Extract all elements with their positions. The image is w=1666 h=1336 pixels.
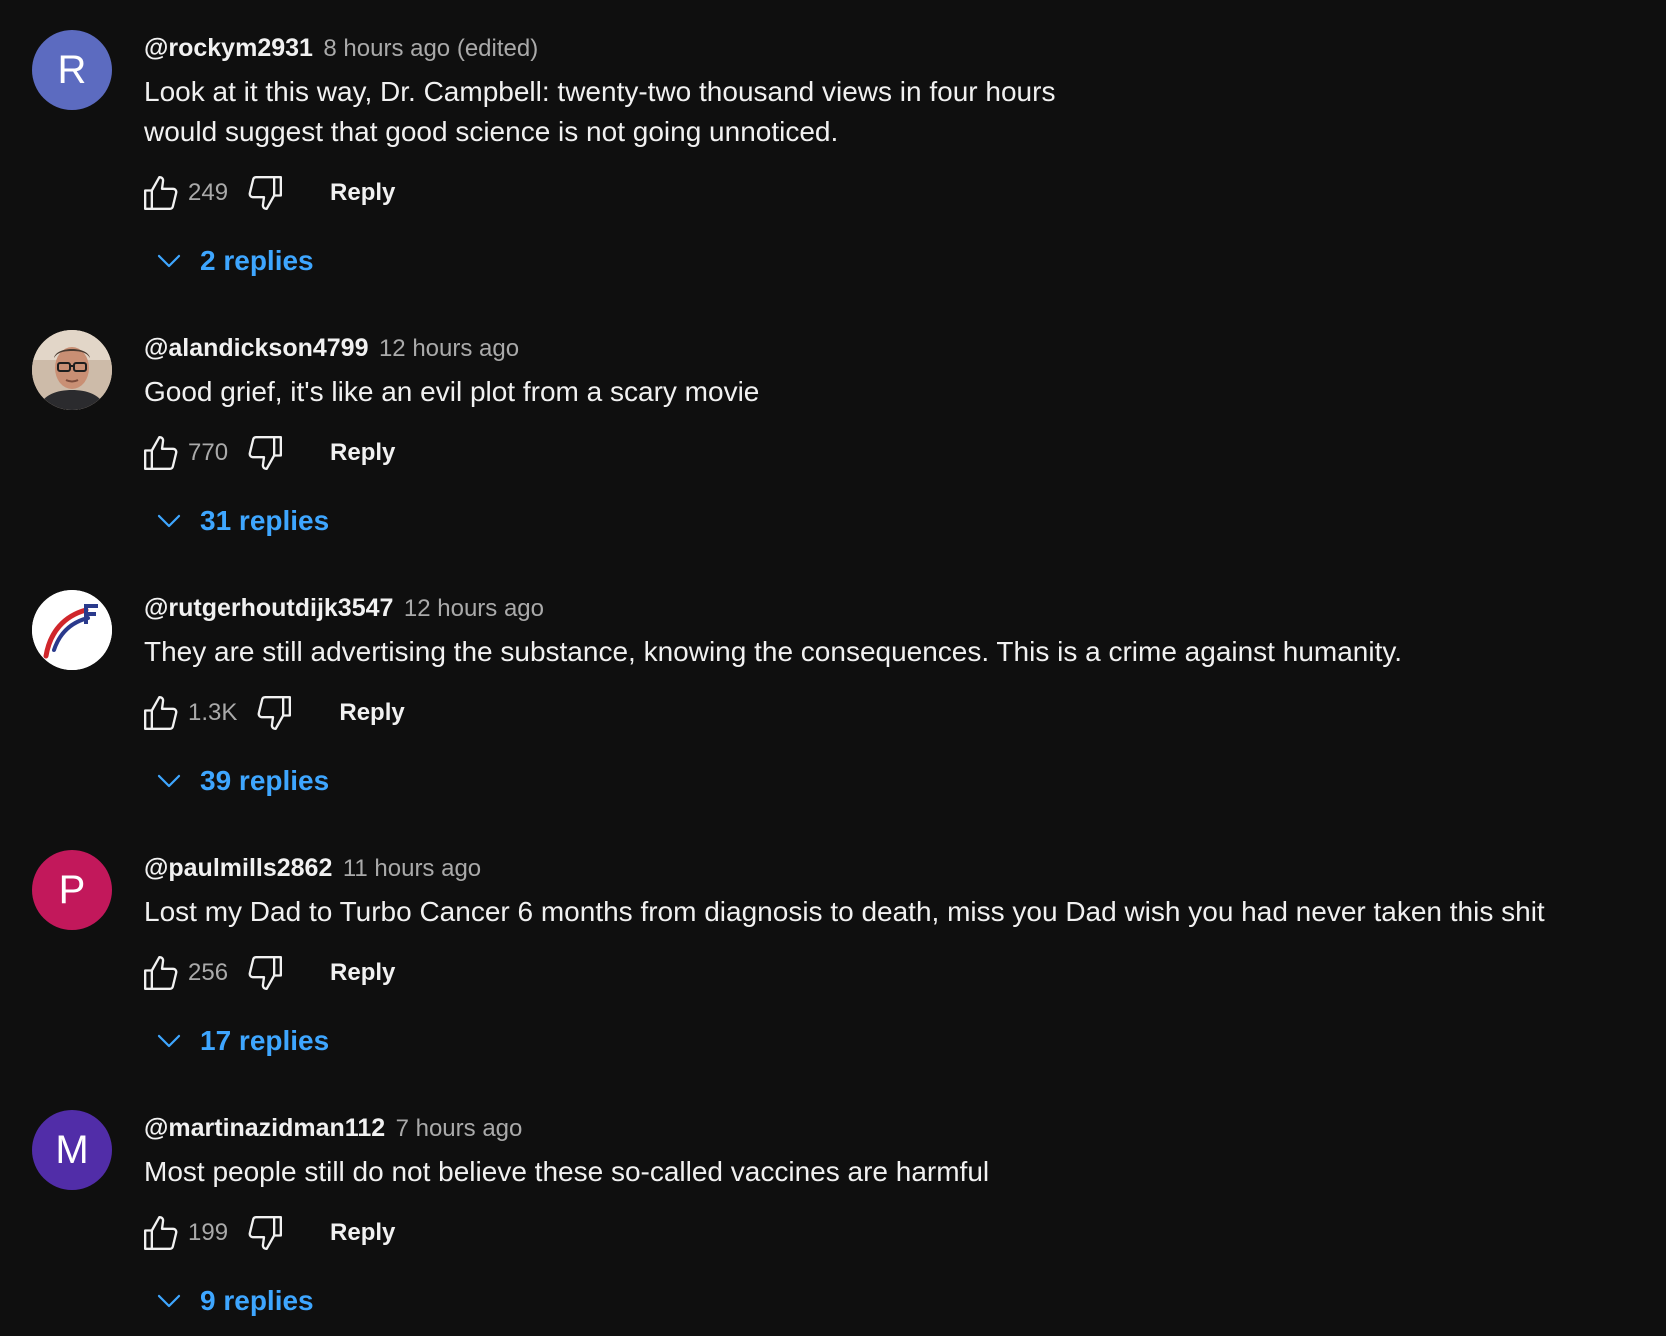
thumbs-down-icon <box>248 176 283 210</box>
author-name[interactable]: @paulmills2862 <box>144 854 332 882</box>
chevron-down-icon <box>144 1016 194 1066</box>
comment-text: Lost my Dad to Turbo Cancer 6 months fro… <box>144 896 1545 927</box>
chevron-down-icon <box>144 1276 194 1326</box>
view-replies-button[interactable]: 39 replies <box>144 756 329 806</box>
thumbs-down-icon <box>248 956 283 990</box>
comment-header: @rutgerhoutdijk3547 12 hours ago <box>144 588 544 628</box>
comment-text: Look at it this way, Dr. Campbell: twent… <box>144 76 1056 147</box>
avatar-letter: P <box>58 868 86 912</box>
thumbs-up-icon <box>144 176 178 210</box>
person-photo-avatar <box>32 330 112 410</box>
view-replies-button[interactable]: 9 replies <box>144 1276 314 1326</box>
avatar-letter: R <box>57 48 87 92</box>
avatar[interactable] <box>32 330 112 410</box>
comment-actions: 770 Reply <box>136 428 395 478</box>
avatar[interactable]: P <box>32 850 112 930</box>
view-replies-button[interactable]: 17 replies <box>144 1016 329 1066</box>
comment-header: @martinazidman112 7 hours ago <box>144 1108 522 1148</box>
like-button[interactable] <box>136 428 186 478</box>
chevron-down-icon <box>144 756 194 806</box>
thumbs-up-icon <box>144 436 178 470</box>
author-name[interactable]: @martinazidman112 <box>144 1114 385 1142</box>
comment-actions: 199 Reply <box>136 1208 395 1258</box>
reply-button[interactable]: Reply <box>330 948 395 998</box>
view-replies-button[interactable]: 31 replies <box>144 496 329 546</box>
reply-button[interactable]: Reply <box>330 428 395 478</box>
dislike-button[interactable] <box>240 1208 290 1258</box>
reply-button[interactable]: Reply <box>330 168 395 218</box>
thumbs-up-icon <box>144 1216 178 1250</box>
comment-thread: P @paulmills2862 11 hours ago Lost my Da… <box>0 820 1666 1080</box>
like-button[interactable] <box>136 948 186 998</box>
dislike-button[interactable] <box>240 168 290 218</box>
chevron-down-icon <box>144 236 194 286</box>
replies-count-label: 17 replies <box>200 1025 330 1056</box>
like-count: 256 <box>188 959 229 986</box>
comment-thread: M @martinazidman112 7 hours ago Most peo… <box>0 1080 1666 1336</box>
comment-thread: @rutgerhoutdijk3547 12 hours ago They ar… <box>0 560 1666 820</box>
comment-timestamp[interactable]: 12 hours ago <box>404 595 544 622</box>
author-name[interactable]: @rockym2931 <box>144 34 313 62</box>
like-count: 1.3K <box>188 699 238 726</box>
replies-count-label: 31 replies <box>200 505 330 536</box>
like-count: 199 <box>188 1219 229 1246</box>
avatar-letter: M <box>55 1128 89 1172</box>
like-button[interactable] <box>136 688 186 738</box>
like-count: 770 <box>188 439 229 466</box>
comment-timestamp[interactable]: 11 hours ago <box>343 855 481 882</box>
dislike-button[interactable] <box>249 688 299 738</box>
comment-actions: 256 Reply <box>136 948 395 998</box>
comment-header: @rockym2931 8 hours ago (edited) <box>144 28 538 68</box>
replies-count-label: 9 replies <box>200 1285 314 1316</box>
arrow-logo-avatar <box>32 590 112 670</box>
comment-header: @paulmills2862 11 hours ago <box>144 848 481 888</box>
thumbs-down-icon <box>257 696 292 730</box>
dislike-button[interactable] <box>240 428 290 478</box>
reply-button[interactable]: Reply <box>330 1208 395 1258</box>
comment-thread: @alandickson4799 12 hours ago Good grief… <box>0 300 1666 560</box>
author-name[interactable]: @alandickson4799 <box>144 334 369 362</box>
thumbs-down-icon <box>248 436 283 470</box>
like-count: 249 <box>188 179 229 206</box>
replies-count-label: 39 replies <box>200 765 330 796</box>
avatar[interactable]: R <box>32 30 112 110</box>
comment-timestamp[interactable]: 12 hours ago <box>379 335 519 362</box>
comment-header: @alandickson4799 12 hours ago <box>144 328 519 368</box>
comments-section: R @rockym2931 8 hours ago (edited) Look … <box>0 0 1666 1336</box>
thumbs-down-icon <box>248 1216 283 1250</box>
thumbs-up-icon <box>144 696 178 730</box>
author-name[interactable]: @rutgerhoutdijk3547 <box>144 594 393 622</box>
comment-actions: 1.3K Reply <box>136 688 405 738</box>
comment-text: Most people still do not believe these s… <box>144 1156 990 1187</box>
avatar[interactable] <box>32 590 112 670</box>
like-button[interactable] <box>136 168 186 218</box>
comment-actions: 249 Reply <box>136 168 395 218</box>
avatar[interactable]: M <box>32 1110 112 1190</box>
thumbs-up-icon <box>144 956 178 990</box>
replies-count-label: 2 replies <box>200 245 314 276</box>
chevron-down-icon <box>144 496 194 546</box>
comment-text: Good grief, it's like an evil plot from … <box>144 376 760 407</box>
comment-thread: R @rockym2931 8 hours ago (edited) Look … <box>0 0 1666 276</box>
like-button[interactable] <box>136 1208 186 1258</box>
view-replies-button[interactable]: 2 replies <box>144 236 314 286</box>
comment-text: They are still advertising the substance… <box>144 636 1403 667</box>
comment-timestamp[interactable]: 8 hours ago (edited) <box>323 35 538 62</box>
comment-timestamp[interactable]: 7 hours ago <box>396 1115 523 1142</box>
reply-button[interactable]: Reply <box>339 688 404 738</box>
dislike-button[interactable] <box>240 948 290 998</box>
